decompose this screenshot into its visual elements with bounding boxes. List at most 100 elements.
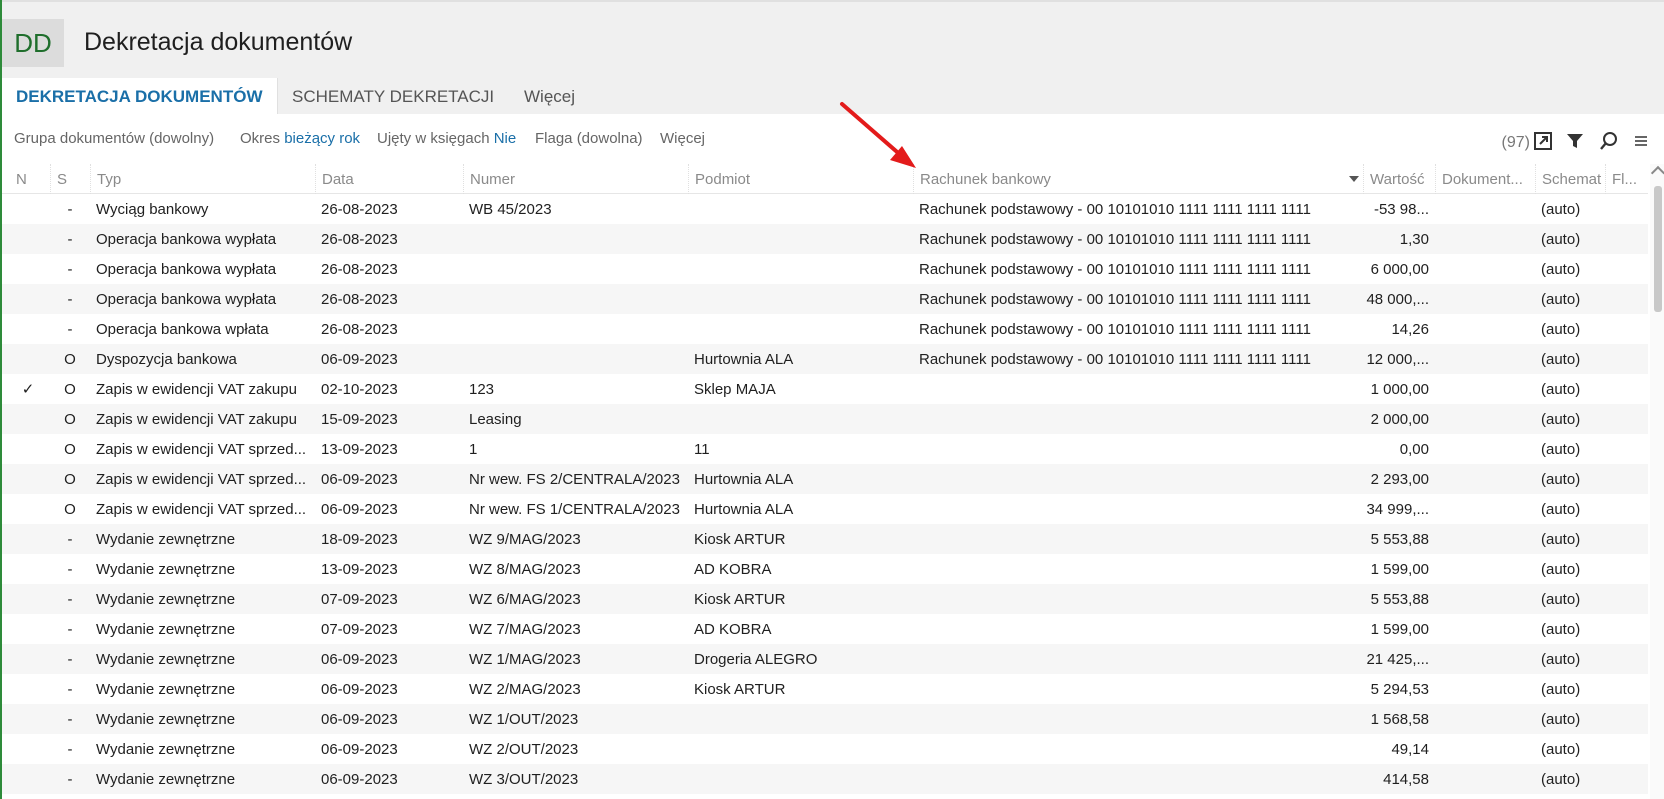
table-row[interactable]: - Operacja bankowa wpłata 26-08-2023 Rachun…: [2, 314, 1648, 344]
cell-typ: Wydanie zewnętrzne: [96, 651, 236, 668]
column-dropdown-icon[interactable]: [1349, 176, 1359, 182]
export-icon[interactable]: [1532, 130, 1554, 152]
scroll-thumb[interactable]: [1654, 186, 1662, 312]
table-row[interactable]: O Zapis w ewidencji VAT sprzed... 06-09-20…: [2, 464, 1648, 494]
cell-dokument: [1435, 584, 1535, 614]
table-row[interactable]: O Zapis w ewidencji VAT zakupu 15-09-2023 L…: [2, 404, 1648, 434]
filter-okres[interactable]: Okres bieżący rok: [240, 130, 360, 147]
column-header-data[interactable]: Data: [315, 164, 463, 194]
cell-data: 06-09-2023: [321, 471, 398, 488]
column-header-schemat[interactable]: Schemat: [1535, 164, 1605, 194]
cell-dokument: [1435, 464, 1535, 494]
cell-data: 13-09-2023: [321, 561, 398, 578]
table-row[interactable]: O Zapis w ewidencji VAT sprzed... 13-09-20…: [2, 434, 1648, 464]
cell-dokument: [1435, 704, 1535, 734]
cell-n: [10, 674, 46, 704]
cell-s: O: [64, 471, 76, 488]
table-row[interactable]: - Wydanie zewnętrzne 06-09-2023 WZ 1/OUT/20…: [2, 704, 1648, 734]
cell-s: -: [67, 621, 73, 638]
table-row[interactable]: - Wydanie zewnętrzne 06-09-2023 WZ 2/MAG/20…: [2, 674, 1648, 704]
cell-n: [10, 464, 46, 494]
filter-icon[interactable]: [1564, 130, 1586, 152]
cell-wartosc: 14,26: [1391, 321, 1429, 338]
table-row[interactable]: - Operacja bankowa wypłata 26-08-2023 Rachu…: [2, 254, 1648, 284]
documents-grid: N S Typ Data Numer Podmiot Rachunek bank…: [2, 164, 1648, 799]
cell-schemat: (auto): [1541, 321, 1581, 338]
cell-schemat: (auto): [1541, 561, 1581, 578]
filter-flaga[interactable]: Flaga (dowolna): [535, 130, 643, 147]
table-row[interactable]: - Wydanie zewnętrzne 13-09-2023 WZ 8/MAG/20…: [2, 554, 1648, 584]
cell-data: 02-10-2023: [321, 381, 398, 398]
cell-rachunek: [913, 524, 1363, 554]
cell-wartosc: 21 425,...: [1366, 651, 1429, 668]
cell-s: -: [67, 201, 73, 218]
table-row[interactable]: O Dyspozycja bankowa 06-09-2023 Hurtownia A…: [2, 344, 1648, 374]
cell-n: [10, 494, 46, 524]
cell-numer: WB 45/2023: [469, 201, 552, 218]
cell-s: -: [67, 321, 73, 338]
table-row[interactable]: - Wydanie zewnętrzne 06-09-2023 WZ 3/OUT/20…: [2, 764, 1648, 794]
cell-s: -: [67, 591, 73, 608]
table-row[interactable]: - Wydanie zewnętrzne 18-09-2023 WZ 9/MAG/20…: [2, 524, 1648, 554]
tab-schematy-dekretacji[interactable]: SCHEMATY DEKRETACJI: [278, 78, 508, 114]
cell-rachunek: [913, 554, 1363, 584]
cell-dokument: [1435, 554, 1535, 584]
cell-s: -: [67, 651, 73, 668]
table-row[interactable]: - Wydanie zewnętrzne 07-09-2023 WZ 6/MAG/20…: [2, 584, 1648, 614]
filter-ujety-w-ksiegach[interactable]: Ujęty w księgach Nie: [377, 130, 516, 147]
table-row[interactable]: - Wydanie zewnętrzne 06-09-2023 WZ 2/OUT/20…: [2, 734, 1648, 764]
menu-icon[interactable]: [1630, 130, 1652, 152]
filter-wiecej[interactable]: Więcej: [660, 130, 705, 147]
cell-rachunek: [913, 734, 1363, 764]
column-header-rachunek-bankowy[interactable]: Rachunek bankowy: [913, 164, 1363, 194]
table-row[interactable]: - Wydanie zewnętrzne 07-09-2023 WZ 7/MAG/20…: [2, 614, 1648, 644]
cell-numer: WZ 3/OUT/2023: [469, 771, 579, 788]
column-header-numer[interactable]: Numer: [463, 164, 688, 194]
column-header-dokument[interactable]: Dokument...: [1435, 164, 1535, 194]
column-header-podmiot[interactable]: Podmiot: [688, 164, 913, 194]
table-row[interactable]: O Zapis w ewidencji VAT sprzed... 06-09-20…: [2, 494, 1648, 524]
cell-dokument: [1435, 314, 1535, 344]
table-row[interactable]: - Wydanie zewnętrzne 06-09-2023 WZ 1/MAG/20…: [2, 644, 1648, 674]
cell-typ: Dyspozycja bankowa: [96, 351, 237, 368]
cell-n: [10, 524, 46, 554]
vertical-scrollbar[interactable]: [1650, 164, 1664, 799]
scroll-up-icon[interactable]: [1650, 165, 1664, 181]
cell-data: 06-09-2023: [321, 501, 398, 518]
cell-typ: Wydanie zewnętrzne: [96, 531, 236, 548]
cell-wartosc: -53 98...: [1373, 201, 1429, 218]
cell-wartosc: 1 599,00: [1370, 621, 1429, 638]
column-header-s[interactable]: S: [50, 164, 90, 194]
filter-grupa-dokumentow[interactable]: Grupa dokumentów (dowolny): [14, 130, 214, 147]
cell-data: 26-08-2023: [321, 201, 398, 218]
table-row[interactable]: - Operacja bankowa wypłata 26-08-2023 Rachu…: [2, 284, 1648, 314]
column-header-flaga[interactable]: Fl...: [1605, 164, 1648, 194]
column-header-typ[interactable]: Typ: [90, 164, 315, 194]
cell-numer: Leasing: [469, 411, 522, 428]
cell-wartosc: 1 599,00: [1370, 561, 1429, 578]
cell-wartosc: 2 293,00: [1370, 471, 1429, 488]
cell-rachunek: [913, 494, 1363, 524]
cell-schemat: (auto): [1541, 411, 1581, 428]
cell-numer: [463, 314, 688, 344]
search-icon[interactable]: [1598, 130, 1620, 152]
table-row[interactable]: - Operacja bankowa wypłata 26-08-2023 Rachu…: [2, 224, 1648, 254]
cell-schemat: (auto): [1541, 351, 1581, 368]
cell-typ: Wydanie zewnętrzne: [96, 741, 236, 758]
cell-dokument: [1435, 524, 1535, 554]
cell-schemat: (auto): [1541, 441, 1581, 458]
cell-podmiot: [688, 254, 913, 284]
cell-numer: Nr wew. FS 1/CENTRALA/2023: [469, 501, 680, 518]
cell-s: O: [64, 411, 76, 428]
tab-wiecej[interactable]: Więcej: [510, 78, 589, 114]
record-count: (97): [1501, 134, 1530, 151]
cell-rachunek: Rachunek podstawowy - 00 10101010 1111 1…: [919, 201, 1311, 218]
cell-wartosc: 5 553,88: [1370, 591, 1429, 608]
cell-rachunek: [913, 434, 1363, 464]
table-row[interactable]: - Wyciąg bankowy 26-08-2023 WB 45/2023 Rachu…: [2, 194, 1648, 224]
tab-dekretacja-dokumentow[interactable]: DEKRETACJA DOKUMENTÓW: [2, 78, 278, 114]
cell-dokument: [1435, 434, 1535, 464]
column-header-n[interactable]: N: [10, 164, 46, 194]
column-header-wartosc[interactable]: Wartość: [1363, 164, 1435, 194]
table-row[interactable]: ✓ O Zapis w ewidencji VAT zakupu 02-10-2023…: [2, 374, 1648, 404]
